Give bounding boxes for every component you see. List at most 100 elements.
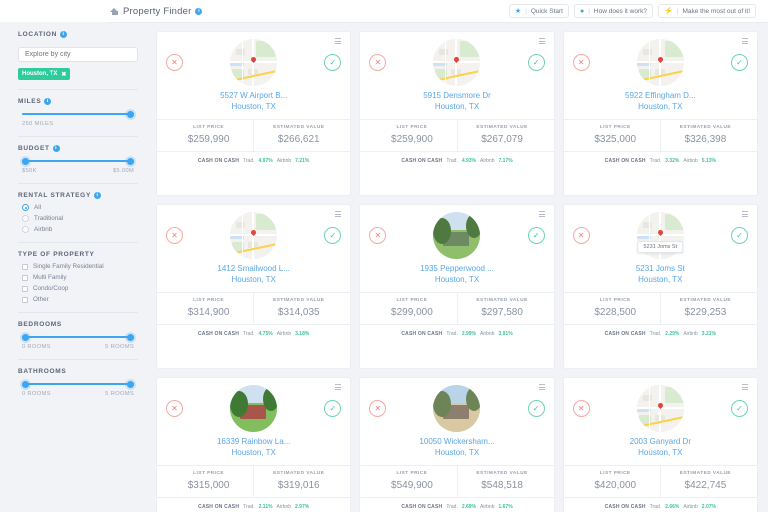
property-city[interactable]: Houston, TX xyxy=(367,447,546,458)
checkbox-option-multi-family[interactable]: Multi Family xyxy=(22,274,138,281)
reject-property-button[interactable]: ✕ xyxy=(166,54,183,71)
property-card[interactable]: ✕ ✓ 5915 Densmore Dr Houston, TX LIST PR… xyxy=(359,31,554,196)
budget-info-icon[interactable]: i xyxy=(53,145,60,152)
rental-strategy-info-icon[interactable]: i xyxy=(94,192,101,199)
checkbox-icon-multi-family[interactable] xyxy=(22,275,28,281)
hamburger-menu-icon[interactable] xyxy=(335,211,341,217)
property-card[interactable]: ✕ ✓ 1412 Smallwood L... Houston, TX LIST… xyxy=(156,204,351,369)
property-address[interactable]: 10050 Wickersham... xyxy=(367,436,546,447)
radio-icon-airbnb[interactable] xyxy=(22,226,29,233)
property-address[interactable]: 5922 Effingham D... xyxy=(571,90,750,101)
how-does-it-work-button[interactable]: ● | How does it work? xyxy=(574,4,653,18)
property-card[interactable]: ✕ ✓ 10050 Wickersham... Houston, TX LIST… xyxy=(359,377,554,512)
bathrooms-slider-handle-min[interactable] xyxy=(22,381,29,388)
city-search-input[interactable] xyxy=(18,47,138,62)
property-city[interactable]: Houston, TX xyxy=(571,447,750,458)
accept-property-button[interactable]: ✓ xyxy=(528,227,545,244)
property-city[interactable]: Houston, TX xyxy=(367,274,546,285)
accept-property-button[interactable]: ✓ xyxy=(731,54,748,71)
radio-option-all[interactable]: All xyxy=(22,204,138,211)
property-city[interactable]: Houston, TX xyxy=(164,447,343,458)
property-thumbnail[interactable] xyxy=(433,385,480,432)
property-address[interactable]: 2003 Ganyard Dr xyxy=(571,436,750,447)
checkbox-icon-other[interactable] xyxy=(22,297,28,303)
property-city[interactable]: Houston, TX xyxy=(164,274,343,285)
reject-property-button[interactable]: ✕ xyxy=(573,400,590,417)
reject-property-button[interactable]: ✕ xyxy=(573,54,590,71)
bathrooms-slider[interactable]: 0 ROOMS 5 ROOMS xyxy=(18,380,138,397)
close-icon[interactable]: ✖ xyxy=(61,71,66,78)
budget-slider-handle-min[interactable] xyxy=(22,158,29,165)
property-city[interactable]: Houston, TX xyxy=(571,274,750,285)
property-card[interactable]: ✕ ✓ 1935 Pepperwood ... Houston, TX LIST… xyxy=(359,204,554,369)
accept-property-button[interactable]: ✓ xyxy=(731,227,748,244)
property-thumbnail[interactable] xyxy=(230,212,277,259)
radio-icon-traditional[interactable] xyxy=(22,215,29,222)
property-thumbnail[interactable] xyxy=(230,385,277,432)
property-address[interactable]: 1412 Smallwood L... xyxy=(164,263,343,274)
budget-slider-track[interactable] xyxy=(22,160,134,162)
accept-property-button[interactable]: ✓ xyxy=(324,400,341,417)
property-address[interactable]: 5527 W Airport B... xyxy=(164,90,343,101)
reject-property-button[interactable]: ✕ xyxy=(369,400,386,417)
accept-property-button[interactable]: ✓ xyxy=(324,54,341,71)
bedrooms-slider[interactable]: 0 ROOMS 5 ROOMS xyxy=(18,333,138,350)
reject-property-button[interactable]: ✕ xyxy=(369,227,386,244)
bedrooms-slider-handle-min[interactable] xyxy=(22,334,29,341)
property-thumbnail[interactable] xyxy=(433,39,480,86)
property-address[interactable]: 5231 Joms St xyxy=(571,263,750,274)
budget-slider[interactable]: $50K $5.00M xyxy=(18,157,138,174)
location-info-icon[interactable]: i xyxy=(60,31,67,38)
hamburger-menu-icon[interactable] xyxy=(335,38,341,44)
accept-property-button[interactable]: ✓ xyxy=(324,227,341,244)
property-address[interactable]: 16339 Rainbow La... xyxy=(164,436,343,447)
radio-icon-all[interactable] xyxy=(22,204,29,211)
property-address[interactable]: 5915 Densmore Dr xyxy=(367,90,546,101)
property-card[interactable]: ✕ ✓ 5231 Joms St 5231 Joms St Houston, T… xyxy=(563,204,758,369)
reject-property-button[interactable]: ✕ xyxy=(369,54,386,71)
info-icon[interactable]: i xyxy=(195,8,202,15)
reject-property-button[interactable]: ✕ xyxy=(166,400,183,417)
hamburger-menu-icon[interactable] xyxy=(742,384,748,390)
hamburger-menu-icon[interactable] xyxy=(539,211,545,217)
miles-slider[interactable]: 250 MILES xyxy=(18,110,138,127)
make-the-most-button[interactable]: ⚡ | Make the most out of it! xyxy=(658,4,756,18)
budget-slider-handle-max[interactable] xyxy=(127,158,134,165)
hamburger-menu-icon[interactable] xyxy=(539,384,545,390)
quick-start-button[interactable]: ★ | Quick Start xyxy=(509,4,569,18)
checkbox-icon-single-family[interactable] xyxy=(22,264,28,270)
property-card[interactable]: ✕ ✓ 16339 Rainbow La... Houston, TX LIST… xyxy=(156,377,351,512)
checkbox-option-other[interactable]: Other xyxy=(22,296,138,303)
checkbox-option-condo-coop[interactable]: Condo/Coop xyxy=(22,285,138,292)
hamburger-menu-icon[interactable] xyxy=(539,38,545,44)
hamburger-menu-icon[interactable] xyxy=(335,384,341,390)
accept-property-button[interactable]: ✓ xyxy=(731,400,748,417)
property-city[interactable]: Houston, TX xyxy=(367,101,546,112)
checkbox-icon-condo-coop[interactable] xyxy=(22,286,28,292)
radio-option-airbnb[interactable]: Airbnb xyxy=(22,226,138,233)
property-thumbnail[interactable] xyxy=(230,39,277,86)
property-city[interactable]: Houston, TX xyxy=(164,101,343,112)
bathrooms-slider-handle-max[interactable] xyxy=(127,381,134,388)
miles-info-icon[interactable]: i xyxy=(44,98,51,105)
hamburger-menu-icon[interactable] xyxy=(742,38,748,44)
property-thumbnail[interactable] xyxy=(637,39,684,86)
property-address[interactable]: 1935 Pepperwood ... xyxy=(367,263,546,274)
radio-option-traditional[interactable]: Traditional xyxy=(22,215,138,222)
miles-slider-handle[interactable] xyxy=(127,111,134,118)
property-card[interactable]: ✕ ✓ 2003 Ganyard Dr Houston, TX LIST PRI… xyxy=(563,377,758,512)
property-thumbnail[interactable] xyxy=(433,212,480,259)
accept-property-button[interactable]: ✓ xyxy=(528,400,545,417)
bedrooms-slider-handle-max[interactable] xyxy=(127,334,134,341)
miles-slider-track[interactable] xyxy=(22,113,134,115)
bathrooms-slider-track[interactable] xyxy=(22,383,134,385)
checkbox-option-single-family[interactable]: Single Family Residential xyxy=(22,263,138,270)
property-card[interactable]: ✕ ✓ 5922 Effingham D... Houston, TX LIST… xyxy=(563,31,758,196)
property-card[interactable]: ✕ ✓ 5527 W Airport B... Houston, TX LIST… xyxy=(156,31,351,196)
bedrooms-slider-track[interactable] xyxy=(22,336,134,338)
reject-property-button[interactable]: ✕ xyxy=(166,227,183,244)
hamburger-menu-icon[interactable] xyxy=(742,211,748,217)
reject-property-button[interactable]: ✕ xyxy=(573,227,590,244)
property-city[interactable]: Houston, TX xyxy=(571,101,750,112)
location-chip-houston[interactable]: Houston, TX ✖ xyxy=(18,68,70,80)
